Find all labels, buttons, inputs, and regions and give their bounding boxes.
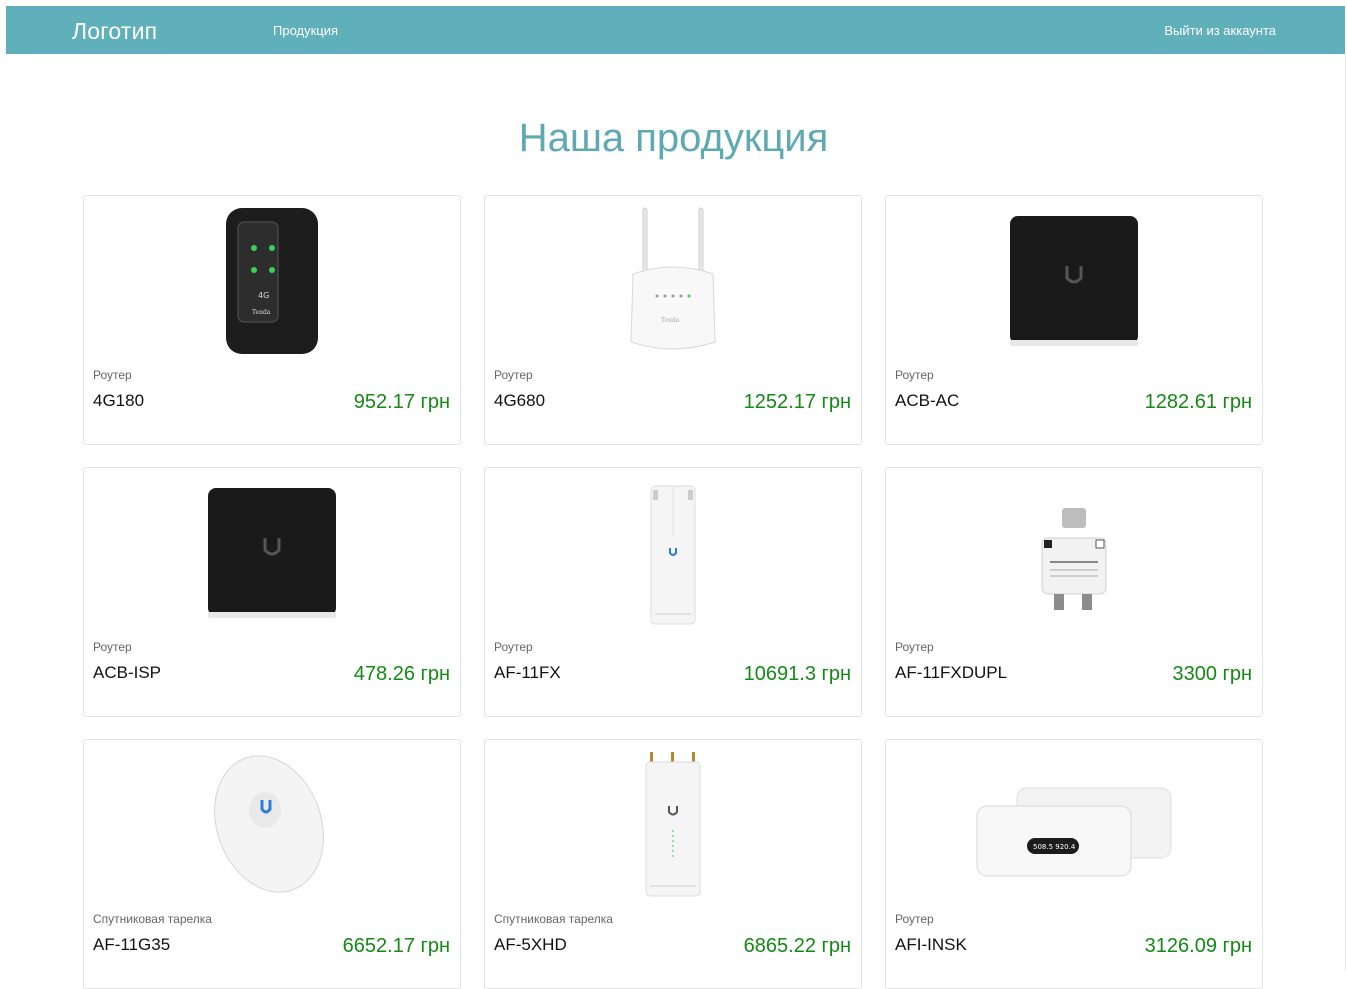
page-title: Наша продукция xyxy=(518,116,829,160)
product-price: 3126.09 грн xyxy=(1144,935,1252,957)
satellite-dish-icon xyxy=(84,748,460,908)
mobile-router-4g-icon: 4G Tenda xyxy=(84,204,460,364)
product-price: 3300 грн xyxy=(1172,663,1252,685)
product-price: 10691.3 грн xyxy=(743,663,851,685)
svg-text:4G: 4G xyxy=(258,291,269,300)
airfiber-radio-icon xyxy=(485,476,861,636)
amplifi-instant-icon: 508.5 920.4 xyxy=(886,748,1262,908)
product-category: Спутниковая тарелка xyxy=(494,912,613,926)
airfiber-radio-tall-icon xyxy=(485,748,861,908)
black-cube-access-point-icon xyxy=(84,476,460,636)
product-category: Спутниковая тарелка xyxy=(93,912,212,926)
brand-logo[interactable]: Логотип xyxy=(72,18,157,45)
product-category: Роутер xyxy=(895,368,934,382)
product-category: Роутер xyxy=(494,640,533,654)
svg-text:508.5 920.4: 508.5 920.4 xyxy=(1033,843,1076,851)
product-name[interactable]: 4G680 xyxy=(494,391,545,411)
product-card[interactable]: 508.5 920.4 Роутер AFI-INSK 3126.09 грн xyxy=(885,739,1263,989)
product-card[interactable]: Роутер ACB-ISP 478.26 грн xyxy=(83,467,461,717)
svg-text:Tenda: Tenda xyxy=(661,317,680,324)
product-card[interactable]: Роутер ACB-AC 1282.61 грн xyxy=(885,195,1263,445)
product-card[interactable]: 4G Tenda Роутер 4G180 952.17 грн xyxy=(83,195,461,445)
duplexer-icon xyxy=(886,476,1262,636)
top-navbar: Логотип Продукция Выйти из аккаунта xyxy=(6,6,1345,54)
product-card[interactable]: Спутниковая тарелка AF-11G35 6652.17 грн xyxy=(83,739,461,989)
product-category: Роутер xyxy=(895,912,934,926)
product-price: 952.17 грн xyxy=(353,391,450,413)
product-card[interactable]: Роутер AF-11FX 10691.3 грн xyxy=(484,467,862,717)
product-category: Роутер xyxy=(895,640,934,654)
product-category: Роутер xyxy=(494,368,533,382)
nav-link-products[interactable]: Продукция xyxy=(273,23,338,38)
product-name[interactable]: AF-11FX xyxy=(494,663,561,683)
product-name[interactable]: 4G180 xyxy=(93,391,144,411)
product-price: 1282.61 грн xyxy=(1144,391,1252,413)
product-price: 6865.22 грн xyxy=(743,935,851,957)
page-edge-divider xyxy=(1345,54,1346,970)
product-name[interactable]: AF-11G35 xyxy=(93,935,170,955)
product-price: 478.26 грн xyxy=(353,663,450,685)
product-name[interactable]: AFI-INSK xyxy=(895,935,967,955)
router-with-antennas-icon: Tenda xyxy=(485,204,861,364)
black-cube-access-point-icon xyxy=(886,204,1262,364)
product-category: Роутер xyxy=(93,368,132,382)
product-category: Роутер xyxy=(93,640,132,654)
product-name[interactable]: ACB-AC xyxy=(895,391,959,411)
product-card[interactable]: Tenda Роутер 4G680 1252.17 грн xyxy=(484,195,862,445)
product-price: 6652.17 грн xyxy=(342,935,450,957)
product-name[interactable]: AF-11FXDUPL xyxy=(895,663,1007,683)
product-card[interactable]: Роутер AF-11FXDUPL 3300 грн xyxy=(885,467,1263,717)
product-price: 1252.17 грн xyxy=(743,391,851,413)
product-card[interactable]: Спутниковая тарелка AF-5XHD 6865.22 грн xyxy=(484,739,862,989)
logout-link[interactable]: Выйти из аккаунта xyxy=(1164,23,1276,38)
product-name[interactable]: AF-5XHD xyxy=(494,935,567,955)
product-name[interactable]: ACB-ISP xyxy=(93,663,161,683)
svg-text:Tenda: Tenda xyxy=(252,309,271,316)
